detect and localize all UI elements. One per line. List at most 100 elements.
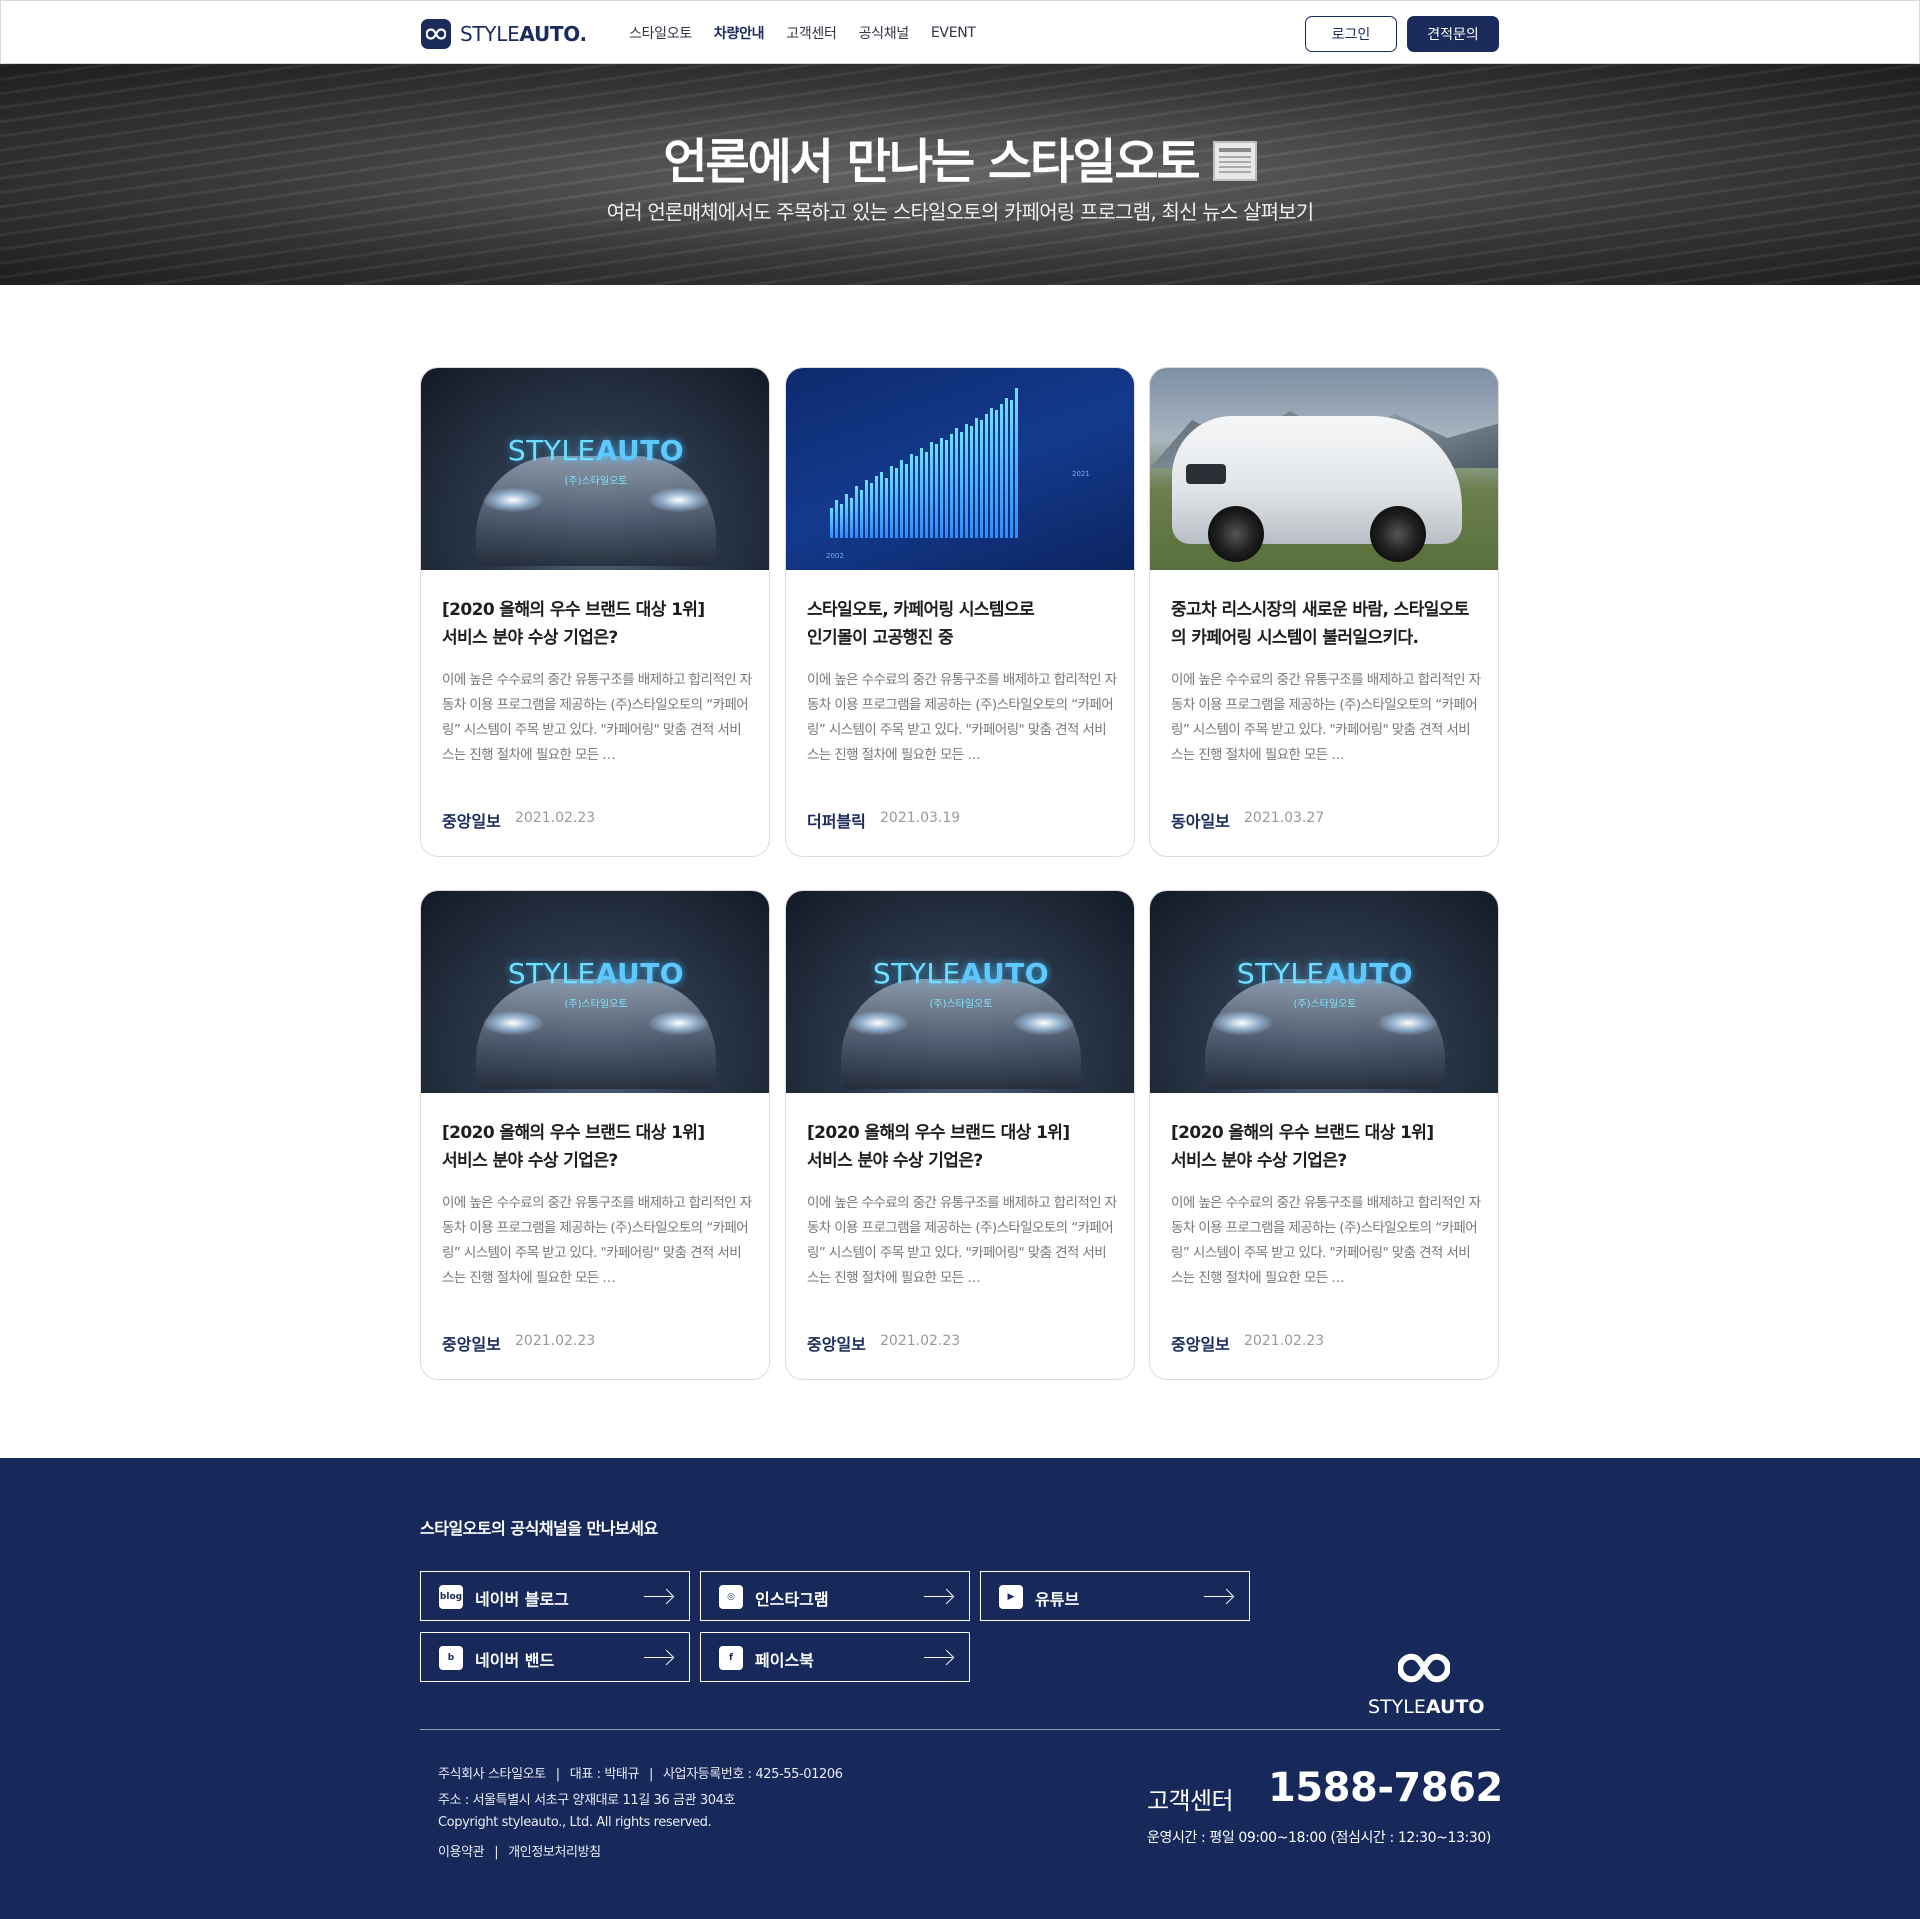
footer-links: 이용약관 | 개인정보처리방침 bbox=[438, 1845, 601, 1860]
chart-bar bbox=[985, 414, 988, 538]
band-icon: b bbox=[439, 1646, 463, 1670]
channel-naver-blog[interactable]: blog 네이버 블로그 bbox=[420, 1571, 690, 1621]
thumbnail-brand-word: STYLEAUTO bbox=[507, 434, 685, 467]
headlight bbox=[483, 1011, 543, 1035]
chart-bar bbox=[875, 476, 878, 538]
chart-bar bbox=[955, 428, 958, 538]
thumbnail-brand-word: STYLEAUTO bbox=[872, 957, 1050, 990]
card-title: [2020 올해의 우수 브랜드 대상 1위] 서비스 분야 수상 기업은? bbox=[442, 600, 705, 648]
customer-center-label: 고객센터 bbox=[1147, 1787, 1234, 1815]
card-excerpt: 이에 높은 수수료의 중간 유통구조를 배제하고 합리적인 자동차 이용 프로그… bbox=[442, 672, 752, 763]
copyright: Copyright styleauto., Ltd. All rights re… bbox=[438, 1815, 712, 1830]
news-card[interactable]: STYLEAUTO (주)스타일오토 [2020 올해의 우수 브랜드 대상 1위]… bbox=[420, 890, 770, 1380]
news-card[interactable]: STYLEAUTO (주)스타일오토 [2020 올해의 우수 브랜드 대상 1위]… bbox=[1149, 890, 1499, 1380]
chart-bar bbox=[850, 498, 853, 538]
chart-bar bbox=[865, 480, 868, 538]
instagram-icon: ◎ bbox=[719, 1585, 743, 1609]
chart-bar bbox=[860, 490, 863, 538]
card-source: 중앙일보 bbox=[1171, 1335, 1230, 1354]
growth-bars bbox=[830, 388, 1100, 538]
logo-wordmark: STYLEAUTO. bbox=[460, 22, 587, 46]
headlight bbox=[848, 1011, 908, 1035]
ceo-name: 대표 : 박태규 bbox=[569, 1767, 640, 1782]
channel-youtube[interactable]: ▶ 유튜브 bbox=[980, 1571, 1250, 1621]
nav-item-event[interactable]: EVENT bbox=[931, 25, 976, 41]
suv-wheel bbox=[1370, 506, 1426, 562]
news-card[interactable]: 중고차 리스시장의 새로운 바람, 스타일오토 의 카페어링 시스템이 불러일으키… bbox=[1149, 367, 1499, 857]
blog-icon: blog bbox=[439, 1585, 463, 1609]
chart-bar bbox=[990, 408, 993, 538]
login-button[interactable]: 로그인 bbox=[1305, 16, 1397, 52]
channel-label: 유튜브 bbox=[1035, 1590, 1080, 1609]
headlight bbox=[483, 488, 543, 512]
arrow-right-icon bbox=[644, 1596, 672, 1597]
card-date: 2021.03.27 bbox=[1244, 810, 1325, 826]
footer-wordmark: STYLEAUTO bbox=[1368, 1696, 1485, 1718]
chart-bar bbox=[970, 426, 973, 538]
nav-item-support[interactable]: 고객센터 bbox=[786, 23, 837, 43]
youtube-icon: ▶ bbox=[999, 1585, 1023, 1609]
channel-label: 네이버 밴드 bbox=[475, 1651, 555, 1670]
chart-bar bbox=[890, 466, 893, 538]
card-date: 2021.03.19 bbox=[880, 810, 961, 826]
channel-label: 네이버 블로그 bbox=[475, 1590, 569, 1609]
card-thumbnail: STYLEAUTO (주)스타일오토 bbox=[1150, 891, 1498, 1093]
card-excerpt: 이에 높은 수수료의 중간 유통구조를 배제하고 합리적인 자동차 이용 프로그… bbox=[1171, 1195, 1481, 1286]
chart-bar bbox=[885, 478, 888, 538]
headlight bbox=[1378, 1011, 1438, 1035]
headlight bbox=[649, 1011, 709, 1035]
card-source: 중앙일보 bbox=[807, 1335, 866, 1354]
privacy-link[interactable]: 개인정보처리방침 bbox=[508, 1845, 601, 1860]
thumbnail-brand-sub: (주)스타일오토 bbox=[1293, 999, 1357, 1010]
card-thumbnail: STYLEAUTO (주)스타일오토 bbox=[421, 368, 769, 570]
customer-center-phone[interactable]: 1588-7862 bbox=[1268, 1765, 1503, 1811]
nav-item-vehicles[interactable]: 차량안내 bbox=[714, 23, 765, 43]
footer-divider bbox=[420, 1729, 1500, 1730]
card-title: 중고차 리스시장의 새로운 바람, 스타일오토 의 카페어링 시스템이 불러일으키… bbox=[1171, 600, 1469, 648]
headlight bbox=[1212, 1011, 1272, 1035]
news-card[interactable]: STYLEAUTO (주)스타일오토 [2020 올해의 우수 브랜드 대상 1위]… bbox=[420, 367, 770, 857]
chart-bar bbox=[1010, 400, 1013, 538]
company-address: 주소 : 서울특별시 서초구 양재대로 11길 36 금관 304호 bbox=[438, 1793, 736, 1808]
thumbnail-brand-sub: (주)스타일오토 bbox=[564, 476, 628, 487]
chart-bar bbox=[910, 454, 913, 538]
chart-bar bbox=[930, 442, 933, 538]
chart-bar bbox=[995, 410, 998, 538]
footer-logo: STYLEAUTO bbox=[1368, 1650, 1485, 1718]
arrow-right-icon bbox=[1204, 1596, 1232, 1597]
channel-facebook[interactable]: f 페이스북 bbox=[700, 1632, 970, 1682]
card-source: 중앙일보 bbox=[442, 812, 501, 831]
suv-wheel bbox=[1208, 506, 1264, 562]
channel-naver-band[interactable]: b 네이버 밴드 bbox=[420, 1632, 690, 1682]
headlight bbox=[1014, 1011, 1074, 1035]
card-title: [2020 올해의 우수 브랜드 대상 1위] 서비스 분야 수상 기업은? bbox=[1171, 1123, 1434, 1171]
infinity-logo-icon bbox=[1368, 1650, 1480, 1690]
card-excerpt: 이에 높은 수수료의 중간 유통구조를 배제하고 합리적인 자동차 이용 프로그… bbox=[807, 672, 1117, 763]
arrow-right-icon bbox=[924, 1596, 952, 1597]
nav-item-channels[interactable]: 공식채널 bbox=[859, 23, 910, 43]
chart-bar bbox=[880, 472, 883, 538]
chart-bar bbox=[925, 452, 928, 538]
chart-year-start: 2002 bbox=[826, 552, 844, 560]
card-source: 더퍼블릭 bbox=[807, 812, 866, 831]
channel-instagram[interactable]: ◎ 인스타그램 bbox=[700, 1571, 970, 1621]
terms-link[interactable]: 이용약관 bbox=[438, 1845, 485, 1860]
card-date: 2021.02.23 bbox=[515, 1333, 596, 1349]
card-date: 2021.02.23 bbox=[880, 1333, 961, 1349]
chart-bar bbox=[830, 508, 833, 538]
card-thumbnail: STYLEAUTO (주)스타일오토 bbox=[786, 891, 1134, 1093]
channel-label: 인스타그램 bbox=[755, 1590, 829, 1609]
news-card[interactable]: 2002 2021 스타일오토, 카페어링 시스템으로 인기몰이 고공행진 중 이에 높… bbox=[785, 367, 1135, 857]
headlight bbox=[649, 488, 709, 512]
infinity-logo-icon bbox=[421, 19, 451, 49]
chart-bar bbox=[855, 486, 858, 538]
site-logo[interactable]: STYLEAUTO. bbox=[421, 19, 587, 49]
news-card[interactable]: STYLEAUTO (주)스타일오토 [2020 올해의 우수 브랜드 대상 1위]… bbox=[785, 890, 1135, 1380]
chart-bar bbox=[840, 504, 843, 538]
card-date: 2021.02.23 bbox=[515, 810, 596, 826]
chart-bar bbox=[975, 418, 978, 538]
nav-item-about[interactable]: 스타일오토 bbox=[629, 23, 692, 43]
quote-button[interactable]: 견적문의 bbox=[1407, 16, 1499, 52]
chart-bar bbox=[1005, 398, 1008, 538]
business-number: 사업자등록번호 : 425-55-01206 bbox=[663, 1767, 843, 1782]
